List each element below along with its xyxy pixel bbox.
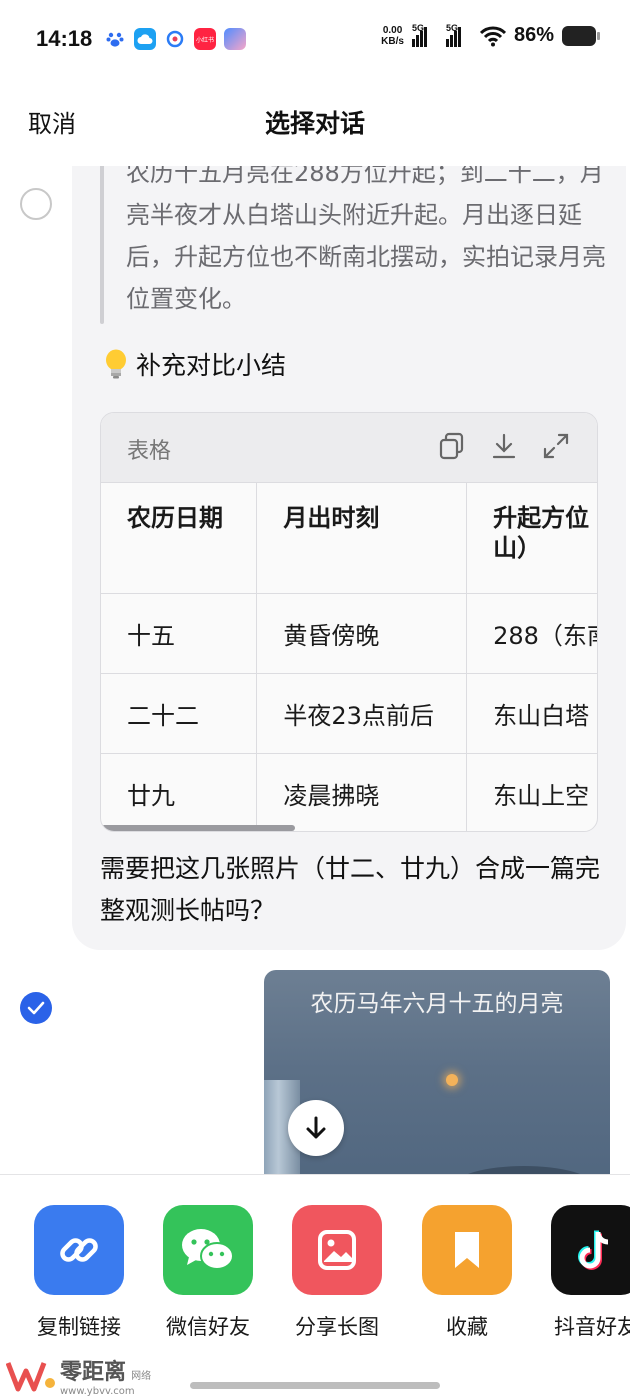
- header: 取消 选择对话: [0, 80, 630, 166]
- wifi-icon: [479, 26, 506, 46]
- share-label: 复制链接: [37, 1315, 121, 1339]
- share-douyin[interactable]: 抖音好友: [541, 1205, 630, 1341]
- status-app-icons: 小红书: [104, 28, 246, 50]
- table-cell: 廿九: [101, 753, 258, 831]
- table-header-text: 升起方位 山）: [493, 504, 590, 562]
- table-row: 二十二 半夜23点前后 东山白塔: [101, 673, 597, 754]
- ai-app-icon: [224, 28, 246, 50]
- table-header-row: 农历日期 月出时刻 升起方位 山）: [101, 483, 597, 594]
- cloud-app-icon: [134, 28, 156, 50]
- share-label: 收藏: [446, 1315, 488, 1339]
- home-indicator[interactable]: [190, 1382, 440, 1389]
- status-indicators: 0.00 KB/s 5G 5G 86%: [381, 22, 600, 47]
- summary-heading-text: 补充对比小结: [136, 351, 287, 380]
- share-label: 抖音好友: [554, 1315, 630, 1339]
- status-bar: 14:18 小红书 0.00 KB/s 5G 5G 86%: [0, 0, 630, 80]
- lightbulb-icon: [102, 348, 130, 380]
- copy-icon[interactable]: [437, 431, 467, 461]
- download-icon[interactable]: [489, 431, 519, 461]
- status-time: 14:18: [36, 26, 93, 51]
- table-cell: 东山白塔: [466, 673, 597, 754]
- share-copy-link[interactable]: 复制链接: [24, 1205, 134, 1341]
- table-label: 表格: [127, 439, 172, 464]
- conversation-list[interactable]: 农历十五月亮在288方位升起；到二十二，月亮半夜才从白塔山头附近升起。月出逐日延…: [0, 166, 630, 1174]
- table-cell: 凌晨拂晓: [256, 753, 468, 831]
- voice-app-icon: [164, 28, 186, 50]
- summary-heading: 补充对比小结: [102, 346, 286, 382]
- signal-icon: 5G: [411, 22, 438, 47]
- table-cell: 二十二: [101, 673, 258, 754]
- select-checkbox-message-1[interactable]: [20, 188, 52, 220]
- table-row: 廿九 凌晨拂晓 东山上空: [101, 753, 597, 831]
- watermark: 零距离 网络 www.ybvv.com: [6, 1354, 151, 1397]
- table-row: 十五 黄昏傍晚 288（东南: [101, 593, 597, 674]
- arrow-down-icon: [306, 1116, 326, 1139]
- scroll-down-button[interactable]: [288, 1100, 344, 1156]
- douyin-icon: [551, 1205, 630, 1295]
- expand-icon[interactable]: [541, 431, 571, 461]
- battery-percent: 86%: [513, 24, 554, 46]
- signal-icon-2: 5G: [445, 22, 472, 47]
- watermark-sub: 网络: [131, 1371, 152, 1382]
- battery-icon: [562, 25, 600, 46]
- table-header-cell: 升起方位 山）: [466, 483, 597, 594]
- select-checkbox-message-2[interactable]: [20, 992, 52, 1024]
- table-header-cell: 月出时刻: [256, 483, 468, 594]
- share-long-image[interactable]: 分享长图: [282, 1205, 392, 1341]
- page-title: 选择对话: [264, 109, 365, 138]
- share-label: 微信好友: [166, 1315, 250, 1339]
- sim2-label: 5G: [445, 22, 458, 33]
- share-wechat[interactable]: 微信好友: [153, 1205, 263, 1341]
- moon: [446, 1074, 458, 1086]
- hill: [454, 1166, 594, 1174]
- assistant-question-text: 需要把这几张照片（廿二、廿九）合成一篇完整观测长帖吗？: [100, 854, 601, 925]
- share-label: 分享长图: [295, 1315, 379, 1339]
- table-cell: 288（东南: [466, 593, 597, 674]
- baidu-paw-icon: [104, 28, 126, 50]
- wechat-icon: [163, 1205, 253, 1295]
- sim1-label: 5G: [411, 22, 424, 33]
- quote-bar: [100, 166, 104, 324]
- watermark-text: 零距离: [60, 1360, 127, 1385]
- net-speed-unit: KB/s: [381, 35, 404, 47]
- watermark-url: www.ybvv.com: [60, 1386, 135, 1397]
- table-cell: 十五: [101, 593, 258, 674]
- table-cell: 东山上空: [466, 753, 597, 831]
- table-cell: 黄昏傍晚: [256, 593, 468, 674]
- table-header-cell: 农历日期: [101, 483, 258, 594]
- bookmark-icon: [422, 1205, 512, 1295]
- net-speed-value: 0.00: [382, 24, 403, 36]
- link-icon: [34, 1205, 124, 1295]
- image-icon: [292, 1205, 382, 1295]
- share-favorite[interactable]: 收藏: [412, 1205, 522, 1341]
- table-card[interactable]: 表格 农历日期 月出时刻 升起方位 山） 十五 黄昏傍晚 288（东南: [100, 412, 598, 832]
- network-speed: 0.00 KB/s: [381, 25, 404, 47]
- table-toolbar: 表格: [101, 413, 597, 483]
- image-caption: 农历马年六月十五的月亮: [310, 991, 564, 1017]
- watermark-logo-icon: [6, 1361, 55, 1391]
- data-table: 农历日期 月出时刻 升起方位 山） 十五 黄昏傍晚 288（东南 二十二 半夜2…: [101, 483, 597, 831]
- quote-text: 农历十五月亮在288方位升起；到二十二，月亮半夜才从白塔山头附近升起。月出逐日延…: [126, 166, 606, 313]
- xiaohongshu-icon: 小红书: [194, 28, 216, 50]
- table-horizontal-scrollbar[interactable]: [101, 825, 295, 831]
- table-cell: 半夜23点前后: [256, 673, 468, 754]
